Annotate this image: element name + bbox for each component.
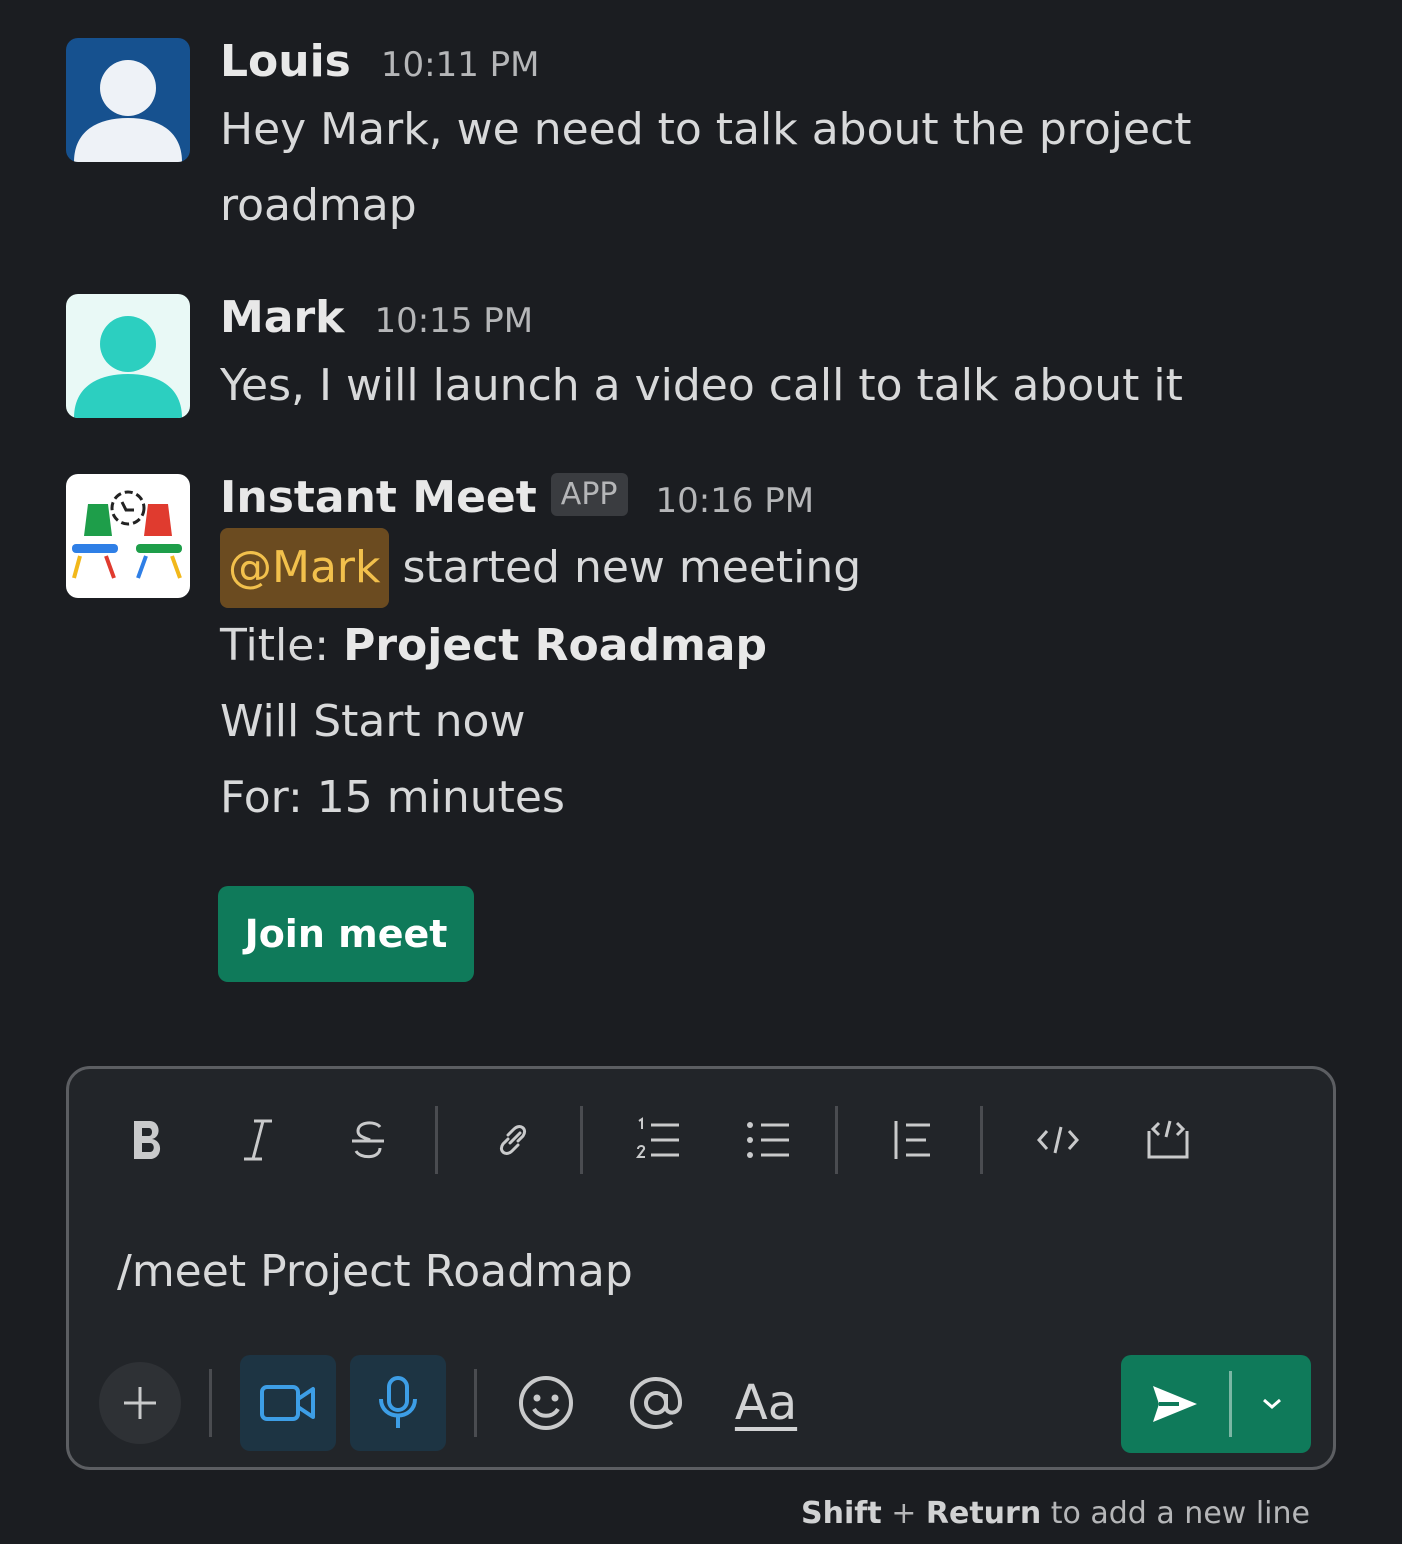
video-camera-icon[interactable]	[240, 1355, 336, 1451]
link-icon[interactable]	[478, 1105, 548, 1175]
italic-icon[interactable]	[223, 1105, 293, 1175]
code-icon[interactable]	[1023, 1105, 1093, 1175]
blockquote-icon[interactable]	[878, 1105, 948, 1175]
bulleted-list-icon[interactable]	[733, 1105, 803, 1175]
composer-hint: Shift + Return to add a new line	[801, 1496, 1310, 1531]
bold-icon[interactable]	[113, 1105, 183, 1175]
message-composer: Aa	[66, 1066, 1336, 1470]
join-meet-button[interactable]: Join meet	[218, 886, 474, 982]
meeting-started-line: @Mark started new meeting	[220, 528, 861, 608]
plus-icon[interactable]	[99, 1362, 181, 1444]
formatting-toolbar	[113, 1105, 1243, 1175]
send-button-group	[1121, 1355, 1311, 1453]
app-badge: APP	[550, 473, 628, 516]
composer-actions: Aa	[99, 1355, 835, 1451]
meeting-start-text: Will Start now	[220, 696, 526, 747]
format-text-button[interactable]: Aa	[725, 1362, 807, 1444]
message-timestamp[interactable]: 10:11 PM	[381, 45, 540, 85]
message-louis: Louis 10:11 PM Hey Mark, we need to talk…	[66, 36, 1280, 244]
message-input[interactable]	[115, 1241, 1219, 1303]
hint-key-shift: Shift	[801, 1496, 882, 1531]
instant-meet-logo-icon[interactable]	[66, 474, 190, 598]
title-label: Title:	[220, 620, 344, 671]
message-mark: Mark 10:15 PM Yes, I will launch a video…	[66, 292, 1183, 424]
toolbar-divider	[835, 1106, 838, 1174]
format-text-label: Aa	[734, 1375, 798, 1431]
author-name[interactable]: Instant Meet	[220, 472, 537, 523]
author-name[interactable]: Louis	[220, 36, 351, 87]
actions-divider	[474, 1369, 477, 1437]
author-name[interactable]: Mark	[220, 292, 344, 343]
message-text: Yes, I will launch a video call to talk …	[220, 360, 1183, 411]
message-text: Hey Mark, we need to talk about the proj…	[220, 104, 1192, 231]
hint-plus: +	[881, 1496, 926, 1531]
message-timestamp[interactable]: 10:15 PM	[374, 301, 533, 341]
user-mention[interactable]: @Mark	[220, 528, 389, 608]
message-instant-meet: Instant Meet APP 10:16 PM @Mark started …	[66, 472, 861, 836]
ordered-list-icon[interactable]	[623, 1105, 693, 1175]
mark-avatar[interactable]	[66, 294, 190, 418]
actions-divider	[209, 1369, 212, 1437]
meeting-title-line: Title: Project Roadmap	[220, 608, 861, 684]
action-text: started new meeting	[388, 542, 862, 593]
mention-icon[interactable]	[615, 1362, 697, 1444]
toolbar-divider	[980, 1106, 983, 1174]
toolbar-divider	[435, 1106, 438, 1174]
meeting-title: Project Roadmap	[343, 620, 767, 671]
louis-avatar[interactable]	[66, 38, 190, 162]
microphone-icon[interactable]	[350, 1355, 446, 1451]
send-icon[interactable]	[1121, 1355, 1229, 1453]
toolbar-divider	[580, 1106, 583, 1174]
hint-text: to add a new line	[1041, 1496, 1310, 1531]
message-timestamp[interactable]: 10:16 PM	[656, 481, 815, 521]
strikethrough-icon[interactable]	[333, 1105, 403, 1175]
code-block-icon[interactable]	[1133, 1105, 1203, 1175]
hint-key-return: Return	[925, 1496, 1042, 1531]
meeting-duration-text: For: 15 minutes	[220, 772, 565, 823]
chevron-down-icon[interactable]	[1232, 1355, 1311, 1453]
emoji-icon[interactable]	[505, 1362, 587, 1444]
